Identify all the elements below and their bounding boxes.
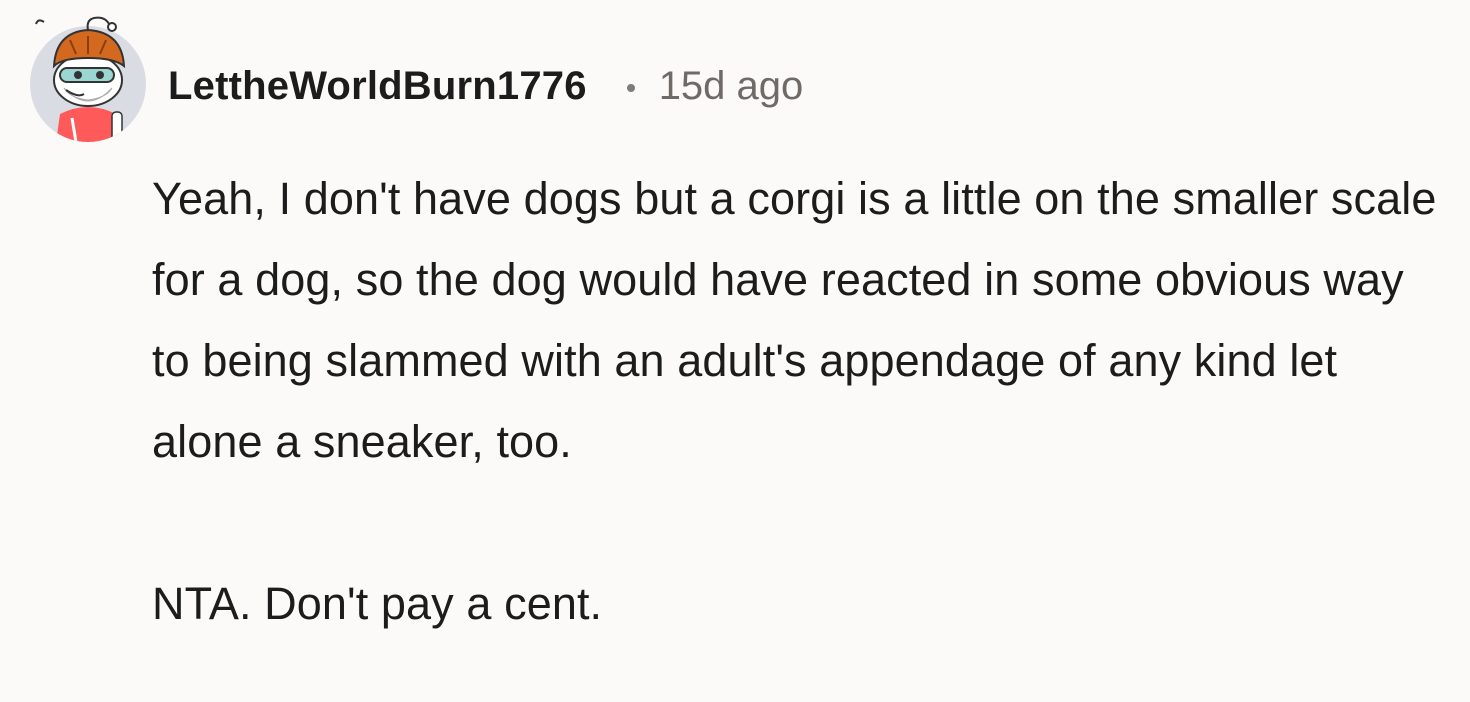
comment-paragraph-1: Yeah, I don't have dogs but a corgi is a…: [152, 173, 1437, 467]
separator-dot: [626, 84, 635, 92]
comment-paragraph-2: NTA. Don't pay a cent.: [152, 578, 603, 629]
user-avatar[interactable]: [26, 14, 150, 142]
username-link[interactable]: LettheWorldBurn1776: [168, 64, 587, 109]
comment-body: Yeah, I don't have dogs but a corgi is a…: [152, 158, 1452, 644]
comment-header: LettheWorldBurn1776 15d ago: [168, 58, 803, 114]
comment: LettheWorldBurn1776 15d ago Yeah, I don'…: [0, 0, 1470, 702]
snoo-avatar-icon: [30, 16, 146, 142]
comment-timestamp[interactable]: 15d ago: [659, 64, 804, 109]
